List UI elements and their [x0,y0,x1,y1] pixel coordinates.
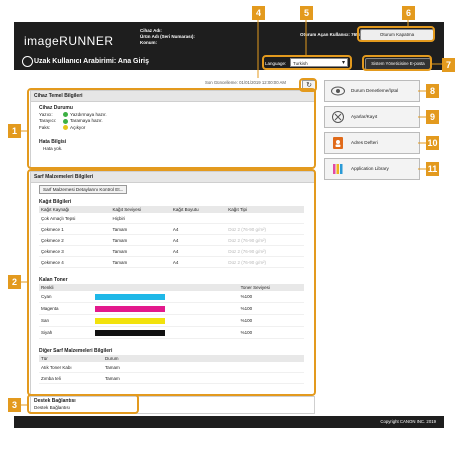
callout-leader-lines [21,20,442,406]
